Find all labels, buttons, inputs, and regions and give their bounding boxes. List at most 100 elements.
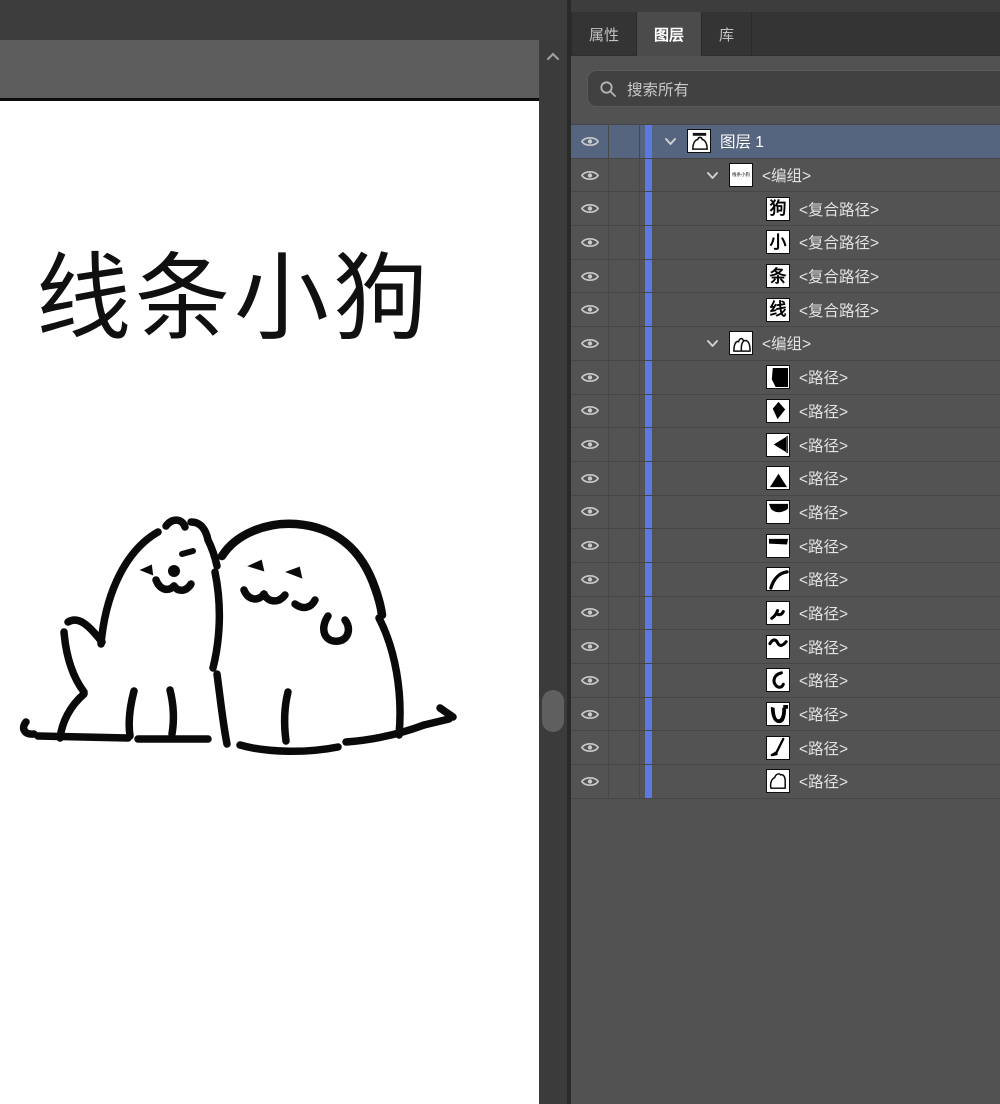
lock-toggle-cell[interactable] xyxy=(609,293,640,327)
layer-thumbnail[interactable] xyxy=(766,702,790,727)
lock-toggle-cell[interactable] xyxy=(609,125,640,158)
layer-thumbnail[interactable] xyxy=(766,634,790,659)
layer-row[interactable]: <路径> xyxy=(571,596,1000,631)
visibility-eye-icon[interactable] xyxy=(571,428,609,461)
layer-row[interactable]: 图层 1 xyxy=(571,125,1000,159)
lock-toggle-cell[interactable] xyxy=(609,731,640,765)
layer-thumbnail[interactable] xyxy=(766,432,790,457)
layer-row[interactable]: <路径> xyxy=(571,495,1000,530)
layer-thumbnail[interactable]: 线条小狗 xyxy=(729,163,753,188)
layer-row[interactable]: <路径> xyxy=(571,428,1000,462)
layer-color-bar xyxy=(645,731,652,765)
lock-toggle-cell[interactable] xyxy=(609,596,640,630)
layer-thumbnail[interactable]: 小 xyxy=(766,230,790,255)
visibility-eye-icon[interactable] xyxy=(571,495,609,529)
visibility-eye-icon[interactable] xyxy=(571,562,609,596)
lock-toggle-cell[interactable] xyxy=(609,461,640,495)
layer-color-bar xyxy=(645,495,652,529)
layer-thumbnail[interactable]: 条 xyxy=(766,264,790,289)
layer-name-label: <路径> xyxy=(799,471,849,489)
tab-libraries[interactable]: 库 xyxy=(702,12,753,56)
layer-thumbnail[interactable] xyxy=(766,567,790,592)
lock-toggle-cell[interactable] xyxy=(609,630,640,663)
layer-row[interactable]: <路径> xyxy=(571,529,1000,563)
layer-row[interactable]: 线 <复合路径> xyxy=(571,293,1000,328)
visibility-eye-icon[interactable] xyxy=(571,293,609,327)
lock-toggle-cell[interactable] xyxy=(609,529,640,562)
canvas-vertical-scrollbar[interactable] xyxy=(539,40,567,1104)
visibility-eye-icon[interactable] xyxy=(571,461,609,495)
layer-row[interactable]: 条 <复合路径> xyxy=(571,259,1000,294)
lock-toggle-cell[interactable] xyxy=(609,226,640,259)
layer-row[interactable]: <编组> xyxy=(571,327,1000,361)
expand-chevron-icon[interactable] xyxy=(704,335,721,352)
layer-thumbnail[interactable] xyxy=(766,365,790,390)
layer-thumbnail[interactable] xyxy=(766,398,790,423)
visibility-eye-icon[interactable] xyxy=(571,259,609,293)
tab-properties[interactable]: 属性 xyxy=(571,12,638,56)
lock-toggle-cell[interactable] xyxy=(609,697,640,731)
layer-row[interactable]: <路径> xyxy=(571,697,1000,732)
lock-toggle-cell[interactable] xyxy=(609,192,640,226)
expand-chevron-icon[interactable] xyxy=(704,167,721,184)
lock-toggle-cell[interactable] xyxy=(609,259,640,293)
layer-thumbnail[interactable] xyxy=(766,466,790,491)
visibility-eye-icon[interactable] xyxy=(571,596,609,630)
lock-toggle-cell[interactable] xyxy=(609,327,640,360)
lock-toggle-cell[interactable] xyxy=(609,428,640,461)
visibility-eye-icon[interactable] xyxy=(571,697,609,731)
layer-row[interactable]: <路径> xyxy=(571,731,1000,766)
layer-thumbnail[interactable] xyxy=(687,129,711,154)
visibility-eye-icon[interactable] xyxy=(571,630,609,663)
layer-row[interactable]: <路径> xyxy=(571,664,1000,698)
visibility-eye-icon[interactable] xyxy=(571,327,609,360)
lock-toggle-cell[interactable] xyxy=(609,360,640,394)
visibility-eye-icon[interactable] xyxy=(571,765,609,798)
visibility-eye-icon[interactable] xyxy=(571,360,609,394)
layer-name-label: <编组> xyxy=(762,168,812,186)
visibility-eye-icon[interactable] xyxy=(571,731,609,765)
visibility-eye-icon[interactable] xyxy=(571,125,609,158)
search-input[interactable]: 搜索所有 xyxy=(587,70,1000,107)
layer-row[interactable]: 狗 <复合路径> xyxy=(571,192,1000,227)
layer-row[interactable]: <路径> xyxy=(571,630,1000,664)
layer-row[interactable]: <路径> xyxy=(571,394,1000,429)
scrollbar-thumb[interactable] xyxy=(542,690,564,732)
layer-color-bar xyxy=(645,664,652,697)
layer-row[interactable]: <路径> xyxy=(571,360,1000,395)
lock-toggle-cell[interactable] xyxy=(609,495,640,529)
layer-row[interactable]: <路径> xyxy=(571,562,1000,597)
scroll-up-chevron-icon[interactable] xyxy=(544,48,562,66)
layer-thumbnail[interactable]: 线 xyxy=(766,297,790,322)
visibility-eye-icon[interactable] xyxy=(571,664,609,697)
layer-thumbnail[interactable] xyxy=(766,735,790,760)
lock-toggle-cell[interactable] xyxy=(609,394,640,428)
layer-thumbnail[interactable] xyxy=(766,600,790,625)
layer-thumbnail[interactable] xyxy=(766,668,790,693)
layer-thumbnail[interactable] xyxy=(766,769,790,794)
visibility-eye-icon[interactable] xyxy=(571,192,609,226)
visibility-eye-icon[interactable] xyxy=(571,158,609,192)
layer-color-bar xyxy=(645,158,652,192)
layer-color-bar xyxy=(645,596,652,630)
layer-thumbnail[interactable]: 狗 xyxy=(766,196,790,221)
layer-row[interactable]: 线条小狗 <编组> xyxy=(571,158,1000,193)
layer-thumbnail[interactable] xyxy=(766,533,790,558)
visibility-eye-icon[interactable] xyxy=(571,226,609,259)
layer-list: 图层 1 线条小狗 <编组> 狗 <复合路径> 小 <复合路径> 条 <复合路径> 线 <复合路径>… xyxy=(571,124,1000,799)
visibility-eye-icon[interactable] xyxy=(571,394,609,428)
tab-layers[interactable]: 图层 xyxy=(637,12,703,56)
expand-chevron-icon[interactable] xyxy=(662,133,679,150)
lock-toggle-cell[interactable] xyxy=(609,664,640,697)
lock-toggle-cell[interactable] xyxy=(609,158,640,192)
visibility-eye-icon[interactable] xyxy=(571,529,609,562)
glyph-thumbnail-char: 线 xyxy=(769,300,787,320)
layer-color-bar xyxy=(645,630,652,663)
layer-thumbnail[interactable] xyxy=(729,331,753,356)
layer-row[interactable]: <路径> xyxy=(571,461,1000,496)
layer-row[interactable]: <路径> xyxy=(571,765,1000,799)
layer-thumbnail[interactable] xyxy=(766,499,790,524)
lock-toggle-cell[interactable] xyxy=(609,765,640,798)
lock-toggle-cell[interactable] xyxy=(609,562,640,596)
layer-row[interactable]: 小 <复合路径> xyxy=(571,226,1000,260)
